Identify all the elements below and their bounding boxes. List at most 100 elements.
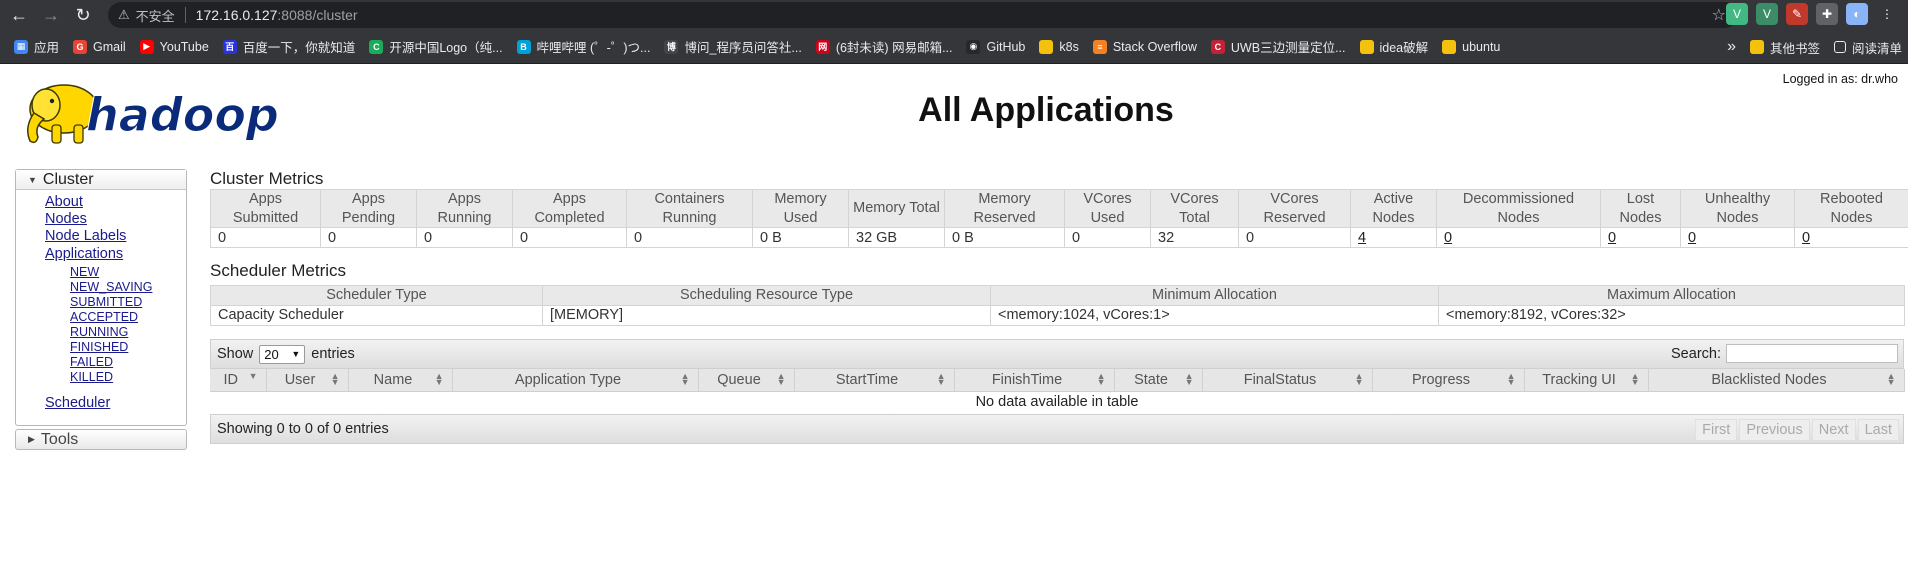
column-header-state[interactable]: State ▲ ▼ [1114, 369, 1203, 392]
metric-value-memory-total: 32 GB [848, 227, 945, 248]
bookmark-item[interactable]: 百百度一下，你就知道 [222, 37, 355, 56]
bookmark-item[interactable]: C UWB三边测量定位... [1210, 37, 1346, 56]
column-header-id[interactable]: ID ▼ [210, 369, 267, 392]
metric-link-rebooted-nodes[interactable]: 0 [1802, 230, 1810, 246]
address-bar[interactable]: ⚠ 不安全 172.16.0.127 :8088/cluster ☆ [108, 2, 1738, 28]
column-header-finalstatus[interactable]: FinalStatus ▲ ▼ [1202, 369, 1373, 392]
baidu-icon: 百 [222, 39, 237, 54]
bookmarks-right: » 其他书签 阅读清单 [1713, 30, 1908, 64]
scheduler-header-minimum-allocation: Minimum Allocation [990, 285, 1439, 306]
bookmark-item[interactable]: 网 (6封未读) 网易邮箱... [815, 37, 952, 56]
scheduler-metrics-title: Scheduler Metrics [210, 261, 347, 280]
other-bookmarks[interactable]: 其他书签 [1749, 38, 1820, 57]
bookmark-item[interactable]: ubuntu [1442, 39, 1500, 54]
state-link-running[interactable]: RUNNING [70, 325, 186, 340]
bookmark-label: k8s [1059, 39, 1079, 54]
expanded-triangle-icon: ▼ [28, 174, 37, 185]
reading-list[interactable]: 阅读清单 [1833, 38, 1902, 57]
state-link-new-saving[interactable]: NEW_SAVING [70, 280, 186, 295]
state-link-finished[interactable]: FINISHED [70, 340, 186, 355]
column-header-application-type[interactable]: Application Type ▲ ▼ [452, 369, 699, 392]
bookmark-item[interactable]: B 哔哩哔哩 (゜-゜)つ... [516, 37, 650, 56]
metric-link-unhealthy-nodes[interactable]: 0 [1688, 230, 1696, 246]
url-path: :8088/cluster [277, 7, 358, 23]
sort-both-icon: ▲ ▼ [936, 371, 946, 387]
column-header-queue[interactable]: Queue ▲ ▼ [698, 369, 795, 392]
page-length-select[interactable]: 20 ▼ [259, 344, 306, 364]
paging-first-button[interactable]: First [1695, 419, 1738, 441]
bookmark-label: Gmail [93, 39, 126, 54]
table-info: Showing 0 to 0 of 0 entries [217, 421, 389, 437]
metric-link-active-nodes[interactable]: 4 [1358, 230, 1366, 246]
image-tool-icon[interactable]: ✎ [1786, 3, 1808, 25]
other-bookmarks-label: 其他书签 [1769, 41, 1820, 56]
sidebar-link-node-labels[interactable]: Node Labels [45, 228, 186, 245]
bookmark-item[interactable]: G Gmail [73, 39, 126, 54]
metric-value-memory-used: 0 B [752, 227, 849, 248]
bookmark-item[interactable]: ≡ Stack Overflow [1092, 39, 1197, 54]
column-label: ID [223, 371, 239, 388]
sidebar-link-scheduler[interactable]: Scheduler [45, 395, 186, 412]
bookmark-item[interactable]: k8s [1039, 39, 1079, 54]
bookmark-item[interactable]: 博博问_程序员问答社... [664, 37, 802, 56]
bookmark-item[interactable]: ◉ GitHub [966, 39, 1026, 54]
back-button[interactable]: ← [6, 2, 32, 28]
cluster-section-toggle[interactable]: ▼ Cluster [16, 170, 186, 190]
more-bookmarks-button[interactable]: » [1727, 38, 1736, 56]
sidebar-link-nodes[interactable]: Nodes [45, 211, 186, 228]
menu-icon[interactable]: ⋮ [1876, 3, 1898, 25]
metric-link-decommissioned-nodes[interactable]: 0 [1444, 230, 1452, 246]
metric-value-apps-running: 0 [416, 227, 513, 248]
bookmarks-bar: ▦ 应用 G Gmail ▶ YouTube 百百度一下，你就知道 C 开源中国Logo（纯..… [0, 30, 1908, 64]
show-label: Show [217, 346, 254, 362]
column-label: StartTime [835, 371, 899, 388]
vue-devtools-icon[interactable]: V [1726, 3, 1748, 25]
bookmark-item[interactable]: ▦ 应用 [14, 37, 59, 56]
column-header-name[interactable]: Name ▲ ▼ [348, 369, 453, 392]
sidebar-tools[interactable]: ▶ Tools [15, 429, 187, 450]
state-link-accepted[interactable]: ACCEPTED [70, 310, 186, 325]
column-header-user[interactable]: User ▲ ▼ [266, 369, 349, 392]
bookmark-item[interactable]: idea破解 [1359, 37, 1428, 56]
scheduler-value-minimum-allocation: <memory:1024, vCores:1> [990, 304, 1439, 326]
state-link-failed[interactable]: FAILED [70, 355, 186, 370]
scheduler-value-scheduling-resource-type: [MEMORY] [542, 304, 991, 326]
bookmark-label: YouTube [159, 39, 209, 54]
state-link-new[interactable]: NEW [70, 265, 186, 280]
bookmark-label: 应用 [34, 41, 60, 55]
sidebar-link-about[interactable]: About [45, 194, 186, 211]
metric-link-lost-nodes[interactable]: 0 [1608, 230, 1616, 246]
forward-button[interactable]: → [38, 2, 64, 28]
sort-desc-icon: ▼ [248, 371, 258, 381]
column-header-starttime[interactable]: StartTime ▲ ▼ [794, 369, 955, 392]
metric-header-memory-reserved: Memory Reserved [944, 189, 1065, 228]
paging-last-button[interactable]: Last [1857, 419, 1899, 441]
profile-avatar[interactable]: ◐ [1846, 3, 1868, 25]
hadoop-logo[interactable]: hadoop [16, 75, 316, 153]
bookmark-star-icon[interactable]: ☆ [1712, 5, 1726, 25]
sidebar-link-applications[interactable]: Applications [45, 246, 186, 263]
collapsed-triangle-icon: ▶ [28, 434, 35, 444]
search-input[interactable] [1726, 344, 1898, 363]
state-link-submitted[interactable]: SUBMITTED [70, 295, 186, 310]
column-header-tracking-ui[interactable]: Tracking UI ▲ ▼ [1524, 369, 1649, 392]
puzzle-icon[interactable]: ✚ [1816, 3, 1838, 25]
paging-previous-button[interactable]: Previous [1739, 419, 1810, 441]
bookmark-label: GitHub [986, 39, 1026, 54]
insecure-label: 不安全 [135, 8, 175, 24]
bookmark-item[interactable]: ▶ YouTube [139, 39, 209, 54]
scheduler-header-maximum-allocation: Maximum Allocation [1438, 285, 1905, 306]
cluster-label: Cluster [42, 170, 94, 188]
bookmark-item[interactable]: C 开源中国Logo（纯... [369, 37, 503, 56]
reload-button[interactable]: ↻ [70, 2, 96, 28]
column-header-finishtime[interactable]: FinishTime ▲ ▼ [954, 369, 1115, 392]
metric-header-decommissioned-nodes: Decommissioned Nodes [1436, 189, 1601, 228]
vue-devtools-2-icon[interactable]: V [1756, 3, 1778, 25]
sort-both-icon: ▲ ▼ [1630, 371, 1640, 387]
state-link-killed[interactable]: KILLED [70, 370, 186, 385]
column-header-progress[interactable]: Progress ▲ ▼ [1372, 369, 1525, 392]
page-length-value: 20 [264, 346, 279, 362]
column-header-blacklisted-nodes[interactable]: Blacklisted Nodes ▲ ▼ [1648, 369, 1905, 392]
paging-next-button[interactable]: Next [1811, 419, 1856, 441]
metric-value-apps-submitted: 0 [210, 227, 321, 248]
